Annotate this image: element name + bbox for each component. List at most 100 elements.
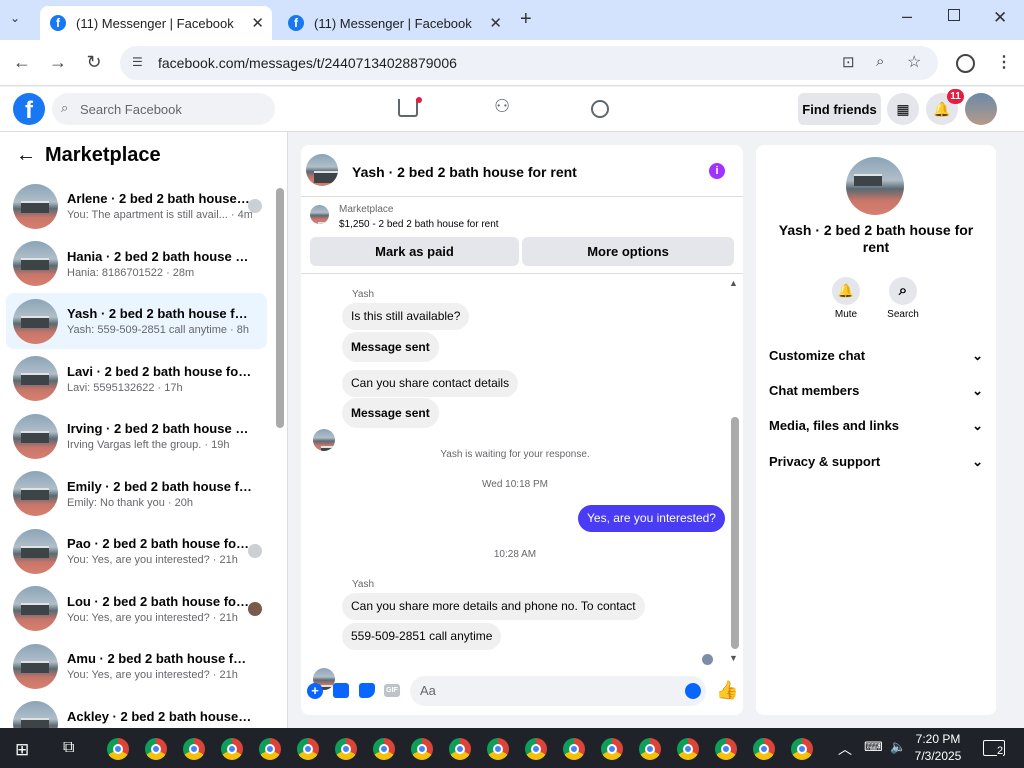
back-arrow-icon[interactable]: ← bbox=[16, 144, 36, 167]
plus-icon[interactable]: + bbox=[307, 683, 323, 699]
chrome-taskbar-icon[interactable] bbox=[753, 738, 775, 760]
customize-chat-row[interactable]: Customize chat ⌄ bbox=[769, 348, 983, 364]
chrome-taskbar-icon[interactable] bbox=[411, 738, 433, 760]
minimize-icon[interactable]: – bbox=[902, 6, 912, 27]
chat-title[interactable]: Yash · 2 bed 2 bath house for rent bbox=[352, 164, 577, 180]
mute-label[interactable]: Mute bbox=[822, 309, 870, 320]
conversation-item[interactable]: Yash · 2 bed 2 bath house for rent Yash: … bbox=[6, 293, 267, 349]
home-icon[interactable] bbox=[398, 99, 418, 117]
site-info-icon[interactable]: ☰ bbox=[132, 55, 143, 69]
tab-active[interactable]: f (11) Messenger | Facebook ✕ bbox=[40, 6, 272, 40]
forward-icon[interactable]: → bbox=[47, 52, 69, 73]
conversation-item[interactable]: Emily · 2 bed 2 bath house for r... Emily… bbox=[6, 466, 267, 522]
chrome-taskbar-icon[interactable] bbox=[297, 738, 319, 760]
scroll-up-arrow-icon[interactable]: ▲ bbox=[729, 278, 738, 288]
clock-time[interactable]: 7:20 PM bbox=[912, 732, 964, 746]
chrome-taskbar-icon[interactable] bbox=[563, 738, 585, 760]
chrome-taskbar-icon[interactable] bbox=[183, 738, 205, 760]
friends-icon[interactable]: ⚇ bbox=[494, 96, 510, 117]
outgoing-message-bubble[interactable]: Yes, are you interested? bbox=[578, 505, 725, 532]
tab-list-chevron-icon[interactable]: ⌄ bbox=[10, 11, 20, 25]
facebook-logo-icon[interactable]: f bbox=[13, 93, 45, 125]
conversation-item[interactable]: Lou · 2 bed 2 bath house for ... You: Yes… bbox=[6, 581, 267, 637]
mark-as-paid-button[interactable]: Mark as paid bbox=[310, 237, 519, 266]
chrome-taskbar-icon[interactable] bbox=[145, 738, 167, 760]
like-thumb-icon[interactable]: 👍 bbox=[716, 680, 738, 701]
sticker-icon[interactable] bbox=[359, 683, 375, 698]
chrome-taskbar-icon[interactable] bbox=[449, 738, 471, 760]
zoom-icon[interactable]: ⌕ bbox=[876, 53, 884, 70]
sidebar-scrollbar[interactable] bbox=[276, 188, 284, 428]
chat-scrollbar[interactable] bbox=[731, 417, 739, 649]
photo-icon[interactable] bbox=[333, 683, 349, 698]
install-app-icon[interactable]: ⊡ bbox=[842, 53, 855, 71]
message-bubble[interactable]: Can you share more details and phone no.… bbox=[342, 593, 645, 620]
volume-icon[interactable]: 🔈 bbox=[890, 739, 906, 755]
window-close-icon[interactable]: ✕ bbox=[993, 8, 1007, 28]
find-friends-button[interactable]: Find friends bbox=[798, 93, 881, 125]
task-view-icon[interactable]: ⧉ bbox=[63, 739, 74, 757]
message-bubble[interactable]: Message sent bbox=[342, 332, 439, 362]
profile-icon[interactable] bbox=[956, 54, 975, 73]
listing-price[interactable]: $1,250 - 2 bed 2 bath house for rent bbox=[339, 219, 499, 230]
sender-avatar[interactable] bbox=[313, 429, 335, 451]
windows-start-icon[interactable]: ⊞ bbox=[15, 740, 29, 760]
tab-inactive[interactable]: f (11) Messenger | Facebook ✕ bbox=[278, 6, 510, 40]
chrome-taskbar-icon[interactable] bbox=[335, 738, 357, 760]
search-label[interactable]: Search bbox=[879, 309, 927, 320]
maximize-icon[interactable] bbox=[948, 9, 960, 21]
chat-avatar[interactable] bbox=[306, 154, 338, 186]
chrome-taskbar-icon[interactable] bbox=[525, 738, 547, 760]
conversation-item[interactable]: Arlene · 2 bed 2 bath house f... You: The… bbox=[6, 178, 267, 234]
listing-thumbnail[interactable] bbox=[310, 205, 329, 224]
close-tab-icon[interactable]: ✕ bbox=[489, 14, 502, 32]
search-facebook-input[interactable]: ⌕ Search Facebook bbox=[52, 93, 275, 125]
gif-icon[interactable]: GIF bbox=[384, 684, 400, 697]
message-input[interactable]: Aa bbox=[410, 676, 706, 706]
chrome-taskbar-icon[interactable] bbox=[107, 738, 129, 760]
network-icon[interactable]: ⌨ bbox=[864, 739, 883, 755]
close-tab-icon[interactable]: ✕ bbox=[251, 14, 264, 32]
chrome-taskbar-icon[interactable] bbox=[601, 738, 623, 760]
message-bubble[interactable]: Is this still available? bbox=[342, 303, 470, 330]
conversation-item[interactable]: Lavi · 2 bed 2 bath house for rent Lavi: … bbox=[6, 351, 267, 407]
browser-menu-icon[interactable]: ⋮ bbox=[996, 52, 1012, 72]
back-icon[interactable]: ← bbox=[11, 52, 33, 73]
chrome-taskbar-icon[interactable] bbox=[221, 738, 243, 760]
more-options-button[interactable]: More options bbox=[522, 237, 734, 266]
bookmark-star-icon[interactable]: ☆ bbox=[907, 52, 921, 72]
url-input[interactable]: ☰ facebook.com/messages/t/24407134028879… bbox=[120, 46, 938, 80]
privacy-support-row[interactable]: Privacy & support ⌄ bbox=[769, 454, 983, 470]
groups-icon[interactable] bbox=[591, 100, 609, 118]
contact-avatar[interactable] bbox=[846, 157, 904, 215]
tray-chevron-icon[interactable]: ︿ bbox=[838, 739, 852, 759]
chrome-taskbar-icon[interactable] bbox=[791, 738, 813, 760]
new-tab-icon[interactable]: + bbox=[520, 8, 532, 31]
media-files-links-row[interactable]: Media, files and links ⌄ bbox=[769, 418, 983, 434]
account-avatar[interactable] bbox=[965, 93, 997, 125]
message-bubble[interactable]: 559-509-2851 call anytime bbox=[342, 623, 502, 650]
chrome-taskbar-icon[interactable] bbox=[715, 738, 737, 760]
conversation-item[interactable]: Pao · 2 bed 2 bath house for ... You: Yes… bbox=[6, 523, 267, 579]
chrome-taskbar-icon[interactable] bbox=[639, 738, 661, 760]
conversation-item[interactable]: Amu · 2 bed 2 bath house for re... You: Y… bbox=[6, 638, 267, 694]
search-icon[interactable]: ⌕ bbox=[889, 277, 917, 305]
chrome-taskbar-icon[interactable] bbox=[259, 738, 281, 760]
menu-grid-icon[interactable]: ▦ bbox=[887, 93, 919, 125]
scroll-down-arrow-icon[interactable]: ▼ bbox=[729, 653, 738, 663]
info-icon[interactable]: i bbox=[709, 163, 725, 179]
emoji-icon[interactable] bbox=[685, 683, 701, 699]
conversation-item[interactable]: Irving · 2 bed 2 bath house for r... Irvi… bbox=[6, 408, 267, 464]
message-bubble[interactable]: Message sent bbox=[342, 398, 439, 428]
conversation-avatar bbox=[13, 413, 58, 459]
chrome-taskbar-icon[interactable] bbox=[677, 738, 699, 760]
chrome-taskbar-icon[interactable] bbox=[487, 738, 509, 760]
chrome-taskbar-icon[interactable] bbox=[373, 738, 395, 760]
chat-members-row[interactable]: Chat members ⌄ bbox=[769, 383, 983, 399]
conversation-item[interactable]: Hania · 2 bed 2 bath house for r... Hania… bbox=[6, 236, 267, 292]
conversation-item[interactable]: Ackley · 2 bed 2 bath house for ...You: … bbox=[6, 696, 267, 728]
message-bubble[interactable]: Can you share contact details bbox=[342, 370, 519, 397]
clock-date[interactable]: 7/3/2025 bbox=[912, 749, 964, 763]
reload-icon[interactable]: ↻ bbox=[83, 52, 105, 73]
mute-bell-icon[interactable]: 🔔 bbox=[832, 277, 860, 305]
